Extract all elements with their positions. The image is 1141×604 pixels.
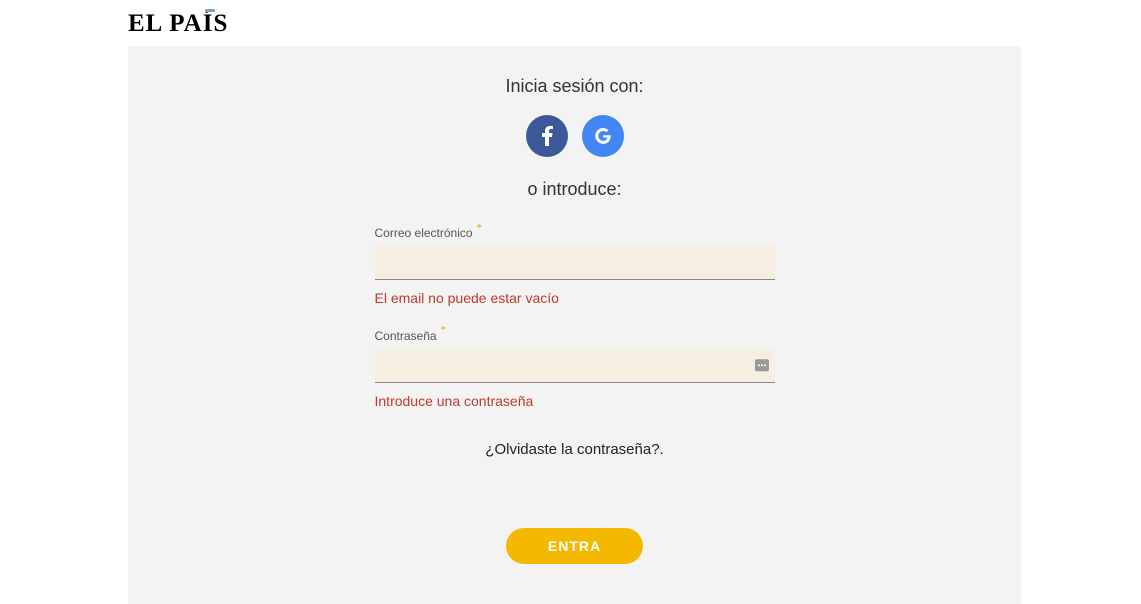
or-heading: o introduce: xyxy=(375,179,775,200)
social-login-row xyxy=(375,115,775,157)
password-label: Contraseña xyxy=(375,329,437,343)
google-login-button[interactable] xyxy=(582,115,624,157)
forgot-password-link[interactable]: ¿Olvidaste la contraseña?. xyxy=(375,441,775,458)
email-field-group: Correo electrónico * El email no puede es… xyxy=(375,222,775,306)
google-icon xyxy=(593,126,613,146)
required-mark-icon: * xyxy=(441,324,447,336)
email-label: Correo electrónico xyxy=(375,226,473,240)
social-heading: Inicia sesión con: xyxy=(375,76,775,97)
email-input[interactable] xyxy=(375,246,775,280)
password-field-group: Contraseña * Introduce una contraseña xyxy=(375,324,775,408)
required-mark-icon: * xyxy=(477,222,483,234)
password-reveal-icon[interactable] xyxy=(755,359,769,371)
submit-button[interactable]: ENTRA xyxy=(506,528,643,564)
facebook-icon xyxy=(541,126,553,146)
facebook-login-button[interactable] xyxy=(526,115,568,157)
email-error: El email no puede estar vacío xyxy=(375,290,775,306)
password-error: Introduce una contraseña xyxy=(375,393,775,409)
login-panel: Inicia sesión con: o introduce: Correo e… xyxy=(128,46,1021,604)
password-input[interactable] xyxy=(375,349,775,383)
brand-logo: EL PAÍS xyxy=(128,10,228,38)
